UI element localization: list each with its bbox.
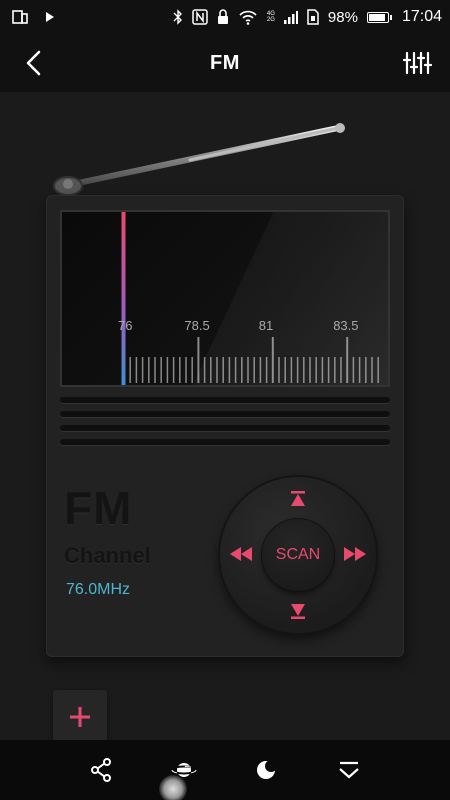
add-station-button[interactable] [53, 690, 107, 744]
page-title: FM [210, 51, 240, 74]
status-bar: 4G 2G 98% 17:04 [0, 0, 450, 34]
speaker-grille-line [60, 411, 390, 417]
bottom-nav [0, 740, 450, 800]
battery-icon [366, 11, 392, 23]
dial-tick-label: 78.5 [184, 318, 210, 333]
signal-icon [283, 11, 298, 24]
wifi-icon [239, 10, 257, 25]
seek-back-icon[interactable] [230, 547, 252, 561]
channel-label: Channel [64, 543, 151, 568]
control-pad: SCAN [220, 477, 376, 633]
battery-percent: 98% [327, 8, 358, 26]
scan-button[interactable]: SCAN [262, 519, 334, 591]
play-icon [46, 12, 54, 22]
touch-indicator [159, 775, 187, 800]
speaker-grille-line [60, 439, 390, 445]
moon-icon[interactable] [253, 757, 279, 783]
step-up-icon[interactable] [290, 491, 306, 507]
radio-body: 76 78.5 81 83.5 FM Channel 76.0MHz SCAN [46, 195, 404, 657]
speaker-grille-line [60, 397, 390, 403]
plus-icon [70, 707, 90, 727]
multiwindow-icon [12, 10, 28, 24]
collapse-icon[interactable] [336, 757, 362, 783]
back-arrow-icon[interactable] [20, 48, 48, 78]
speaker-grille-line [60, 425, 390, 431]
equalizer-icon[interactable] [402, 50, 432, 76]
dial-tick-label: 76 [118, 318, 133, 333]
network-bottom-label: 2G [266, 17, 275, 23]
nfc-icon [192, 9, 208, 25]
dial-tick-label: 81 [258, 318, 274, 333]
dial-tick-label: 83.5 [333, 318, 359, 333]
frequency-dial[interactable]: 76 78.5 81 83.5 [60, 210, 390, 387]
share-icon[interactable] [88, 757, 114, 783]
frequency-readout: 76.0MHz [66, 581, 131, 598]
antenna-icon [53, 123, 345, 196]
network-type: 4G 2G [267, 11, 275, 23]
app-header: FM [0, 34, 450, 92]
tuning-needle [121, 212, 126, 385]
clock: 17:04 [401, 8, 442, 25]
band-label: FM [64, 482, 133, 534]
seek-forward-icon[interactable] [344, 547, 366, 561]
lock-icon [217, 9, 228, 24]
sim-icon [307, 9, 319, 25]
bluetooth-icon [173, 9, 182, 25]
step-down-icon[interactable] [290, 603, 306, 619]
dial-scale [121, 212, 379, 385]
